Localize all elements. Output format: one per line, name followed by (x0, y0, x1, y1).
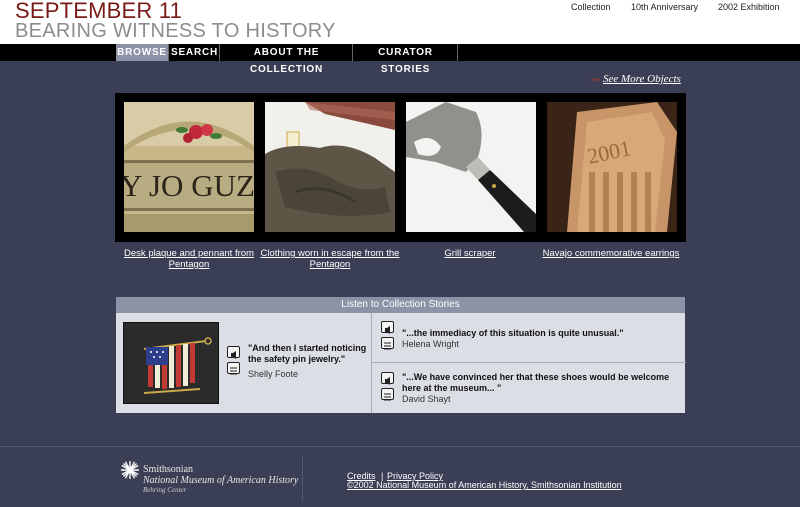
see-more-label: See More Objects (603, 73, 681, 85)
story-quote-shayt[interactable]: "...We have convinced her that these sho… (402, 372, 672, 394)
nav-about-the-collection[interactable]: ABOUT THE COLLECTION (221, 44, 353, 75)
story-featured: "And then I started noticing the safety … (116, 313, 371, 413)
story-person-shayt: David Shayt (402, 394, 451, 404)
nav-browse[interactable]: BROWSE (116, 44, 169, 61)
caption-clothing[interactable]: Clothing worn in escape from the Pentago… (260, 248, 400, 270)
story-divider (372, 362, 686, 363)
top-link-2002-exhibition[interactable]: 2002 Exhibition (718, 2, 780, 12)
nav-search[interactable]: SEARCH (170, 44, 220, 61)
caption-desk-plaque[interactable]: Desk plaque and pennant from Pentagon (119, 248, 259, 270)
safety-pin-jewelry-image[interactable] (123, 322, 219, 404)
caption-navajo-earrings[interactable]: Navajo commemorative earrings (541, 248, 681, 259)
audio-play-icon[interactable] (227, 346, 240, 359)
top-link-collection[interactable]: Collection (571, 2, 611, 12)
footer-copyright[interactable]: ©2002 National Museum of American Histor… (347, 480, 622, 490)
object-gallery: Y JO GUZ 2001 (115, 93, 686, 242)
object-image-clothing[interactable] (265, 102, 395, 232)
stories-heading: Listen to Collection Stories (116, 297, 685, 313)
nav-curator-stories[interactable]: CURATOR STORIES (354, 44, 458, 75)
transcript-icon[interactable] (381, 388, 394, 401)
object-image-desk-plaque[interactable]: Y JO GUZ (124, 102, 254, 232)
main-nav: BROWSE SEARCH ABOUT THE COLLECTION CURAT… (0, 44, 800, 75)
story-quote-foote[interactable]: "And then I started noticing the safety … (248, 343, 370, 365)
audio-play-icon[interactable] (381, 372, 394, 385)
story-list: "...the immediacy of this situation is q… (371, 313, 686, 413)
collection-stories-panel: Listen to Collection Stories "And then I… (116, 297, 686, 413)
double-arrow-icon: »» (591, 74, 600, 84)
smithsonian-name: Smithsonian (143, 464, 194, 475)
see-more-objects-link[interactable]: »» See More Objects (591, 73, 681, 85)
object-image-navajo-earrings[interactable]: 2001 (547, 102, 677, 232)
footer-divider (0, 446, 800, 447)
story-quote-wright[interactable]: "...the immediacy of this situation is q… (402, 328, 672, 339)
transcript-icon[interactable] (381, 337, 394, 350)
behring-center: Behring Center (143, 486, 187, 494)
story-person-wright: Helena Wright (402, 339, 459, 349)
caption-grill-scraper[interactable]: Grill scraper (400, 248, 540, 259)
museum-name: National Museum of American History (143, 475, 299, 486)
site-header: SEPTEMBER 11 BEARING WITNESS TO HISTORY … (0, 0, 800, 44)
audio-play-icon[interactable] (381, 321, 394, 334)
site-subtitle: BEARING WITNESS TO HISTORY (15, 20, 336, 42)
object-image-grill-scraper[interactable] (406, 102, 536, 232)
footer-vertical-divider (302, 455, 303, 501)
transcript-icon[interactable] (227, 362, 240, 375)
plaque-lettering: Y JO GUZ (124, 168, 254, 203)
smithsonian-sunburst-logo[interactable] (121, 461, 139, 479)
top-link-10th-anniversary[interactable]: 10th Anniversary (631, 2, 698, 12)
story-person-foote: Shelly Foote (248, 369, 299, 379)
